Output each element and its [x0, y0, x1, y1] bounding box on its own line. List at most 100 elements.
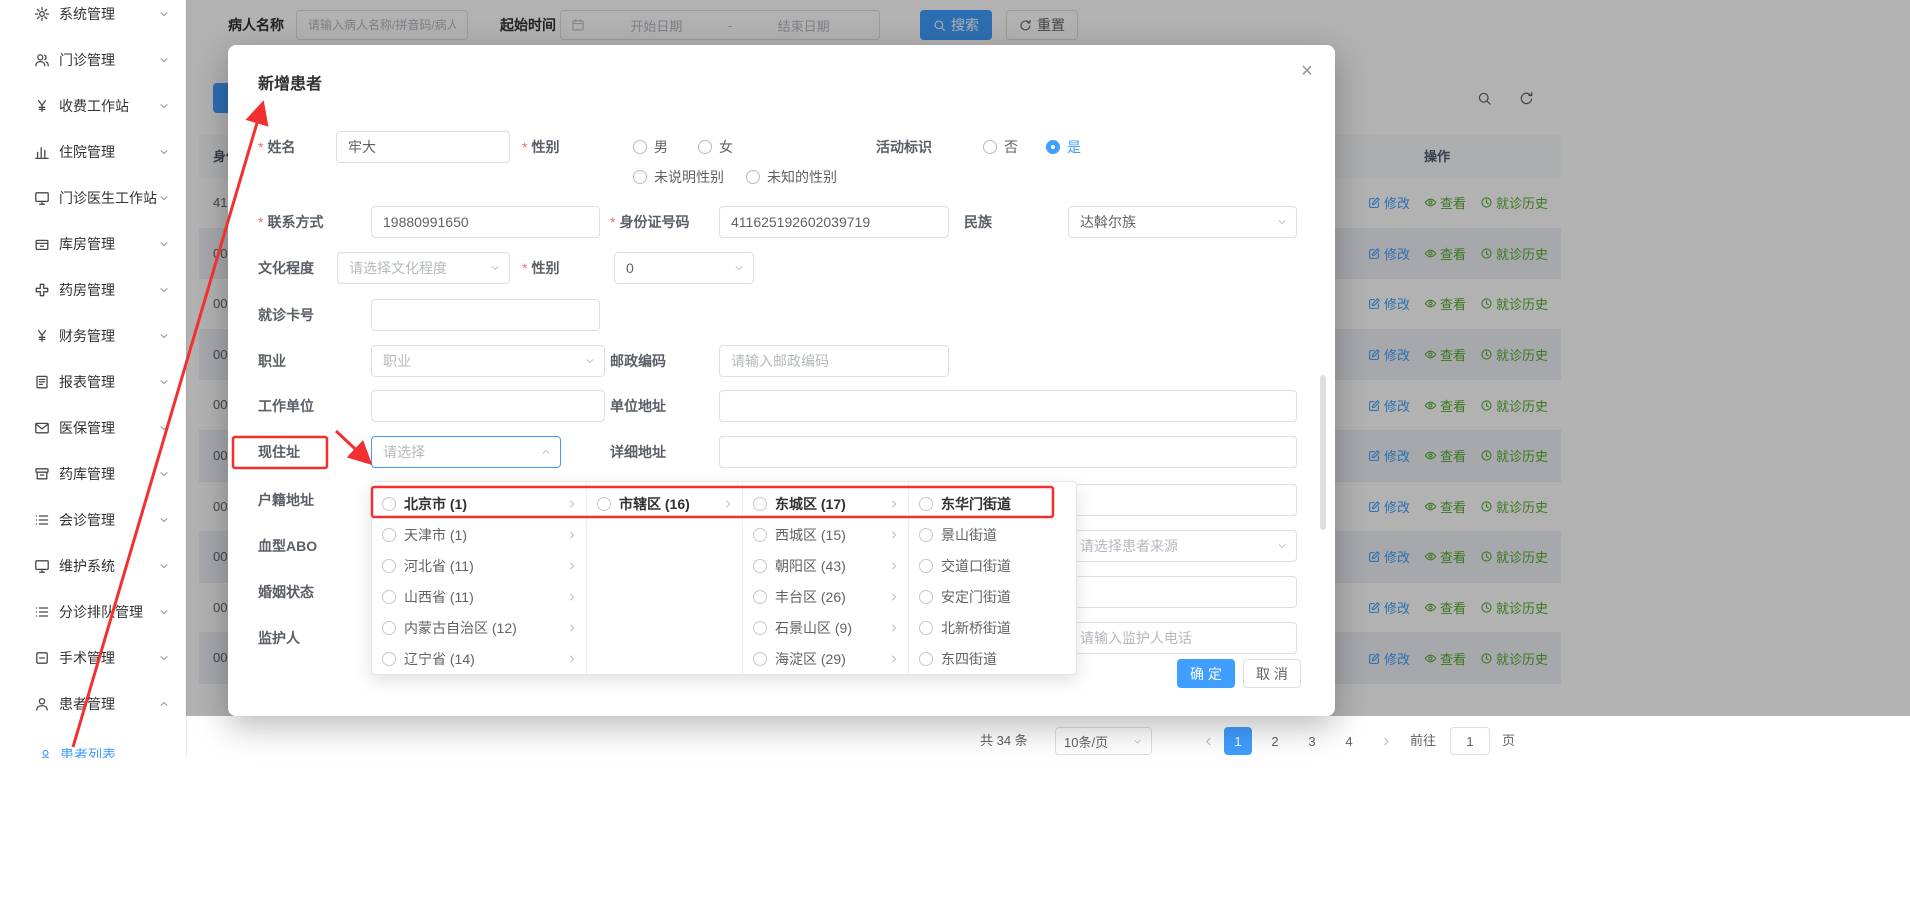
cascader-option[interactable]: 安定门街道 [909, 581, 1076, 612]
name-input[interactable] [336, 131, 510, 163]
chevron-down-icon [584, 355, 596, 367]
cascader-option[interactable]: 朝阳区 (43) [743, 550, 908, 581]
radio-icon[interactable] [753, 621, 767, 635]
radio-icon[interactable] [753, 497, 767, 511]
radio-icon[interactable] [919, 528, 933, 542]
sidebar-item[interactable]: 药房管理 [0, 267, 186, 313]
sidebar-item-label: 库房管理 [59, 234, 158, 254]
page-button[interactable]: 3 [1298, 727, 1326, 755]
confirm-button[interactable]: 确 定 [1177, 659, 1235, 688]
gender-radio-male[interactable]: 男 [633, 131, 668, 163]
radio-icon[interactable] [919, 590, 933, 604]
cascader-option[interactable]: 丰台区 (26) [743, 581, 908, 612]
radio-icon[interactable] [753, 528, 767, 542]
sidebar-item[interactable]: 医保管理 [0, 405, 186, 451]
square-icon [34, 650, 50, 666]
radio-icon[interactable] [753, 652, 767, 666]
sidebar-item-label: 收费工作站 [59, 96, 158, 116]
sidebar-item[interactable]: 财务管理 [0, 313, 186, 359]
gender-radio-female[interactable]: 女 [698, 131, 733, 163]
cascader-option[interactable]: 景山街道 [909, 519, 1076, 550]
radio-icon[interactable] [919, 559, 933, 573]
sidebar-item[interactable]: 门诊医生工作站 [0, 175, 186, 221]
ethnicity-select[interactable]: 达斡尔族 [1068, 206, 1297, 238]
work-unit-input[interactable] [371, 390, 605, 422]
active-flag-radio-no[interactable]: 否 [983, 131, 1018, 163]
cascader-option[interactable]: 交道口街道 [909, 550, 1076, 581]
monitor-icon [34, 190, 50, 206]
cascader-option[interactable]: 东城区 (17) [743, 488, 908, 519]
radio-icon[interactable] [919, 652, 933, 666]
sidebar-item[interactable]: 报表管理 [0, 359, 186, 405]
cascader-option[interactable]: 辽宁省 (14) [372, 643, 586, 674]
radio-icon[interactable] [919, 497, 933, 511]
sidebar-item[interactable]: 患者管理 [0, 681, 186, 727]
next-page-button[interactable] [1372, 727, 1400, 755]
goto-label: 前往 [1410, 733, 1436, 749]
cascader-option[interactable]: 山西省 (11) [372, 581, 586, 612]
radio-icon[interactable] [753, 559, 767, 573]
id-number-input[interactable] [719, 206, 949, 238]
contact-input[interactable] [371, 206, 600, 238]
sidebar-item[interactable]: 门诊管理 [0, 37, 186, 83]
radio-icon [746, 170, 760, 184]
detail-address-input[interactable] [719, 436, 1297, 468]
gender-radio-unstated[interactable]: 未说明性别 [633, 161, 724, 193]
cascader-option[interactable]: 海淀区 (29) [743, 643, 908, 674]
sidebar-item[interactable]: 维护系统 [0, 543, 186, 589]
cascader-option[interactable]: 西城区 (15) [743, 519, 908, 550]
cascader-option[interactable]: 内蒙古自治区 (12) [372, 612, 586, 643]
page-button[interactable]: 1 [1224, 727, 1252, 755]
sidebar-item[interactable]: 分诊排队管理 [0, 589, 186, 635]
visit-card-input[interactable] [371, 299, 600, 331]
education-select[interactable]: 请选择文化程度 [337, 252, 510, 284]
radio-icon[interactable] [382, 590, 396, 604]
cascader-option[interactable]: 东华门街道 [909, 488, 1076, 519]
gender-radio-unknown[interactable]: 未知的性别 [746, 161, 837, 193]
gender2-label: 性别 [522, 252, 559, 284]
cascader-option[interactable]: 东四街道 [909, 643, 1076, 674]
cascader-option[interactable]: 北新桥街道 [909, 612, 1076, 643]
guardian-phone-input[interactable] [1068, 622, 1297, 654]
active-flag-radio-yes[interactable]: 是 [1046, 131, 1081, 163]
page-button[interactable]: 4 [1335, 727, 1363, 755]
gender2-select[interactable]: 0 [614, 252, 754, 284]
sidebar-item[interactable]: 库房管理 [0, 221, 186, 267]
cancel-button[interactable]: 取 消 [1243, 659, 1301, 688]
unit-address-input[interactable] [719, 390, 1297, 422]
cascader-option[interactable]: 天津市 (1) [372, 519, 586, 550]
goto-page-input[interactable] [1450, 727, 1490, 755]
dialog-scrollbar[interactable] [1320, 375, 1326, 530]
sidebar-item[interactable]: 手术管理 [0, 635, 186, 681]
users-icon [34, 52, 50, 68]
radio-icon[interactable] [919, 621, 933, 635]
radio-icon[interactable] [382, 652, 396, 666]
cascader-option[interactable]: 市辖区 (16) [587, 488, 742, 519]
sidebar-item[interactable]: 会诊管理 [0, 497, 186, 543]
radio-icon[interactable] [382, 528, 396, 542]
patient-source-select[interactable]: 请选择患者来源 [1068, 530, 1297, 562]
chevron-down-icon [158, 376, 170, 388]
sidebar-item-patient-list[interactable]: 患者列表 [0, 735, 116, 758]
page-button[interactable]: 2 [1261, 727, 1289, 755]
radio-icon[interactable] [597, 497, 611, 511]
marital-row-input[interactable] [1068, 576, 1297, 608]
radio-icon[interactable] [753, 590, 767, 604]
prev-page-button[interactable] [1194, 727, 1222, 755]
postal-code-input[interactable] [719, 345, 949, 377]
cascader-option[interactable]: 石景山区 (9) [743, 612, 908, 643]
sidebar-item[interactable]: 药库管理 [0, 451, 186, 497]
sidebar-item[interactable]: 收费工作站 [0, 83, 186, 129]
close-icon[interactable]: × [1295, 59, 1319, 83]
cascader-option[interactable]: 北京市 (1) [372, 488, 586, 519]
radio-icon[interactable] [382, 559, 396, 573]
current-address-select[interactable]: 请选择 [371, 436, 561, 468]
sidebar-item[interactable]: 住院管理 [0, 129, 186, 175]
occupation-select[interactable]: 职业 [371, 345, 605, 377]
page-size-select[interactable]: 10条/页 [1055, 727, 1152, 755]
radio-icon[interactable] [382, 497, 396, 511]
sidebar-item[interactable]: 系统管理 [0, 0, 186, 37]
radio-icon[interactable] [382, 621, 396, 635]
cascader-option[interactable]: 河北省 (11) [372, 550, 586, 581]
chevron-right-icon [888, 622, 900, 634]
